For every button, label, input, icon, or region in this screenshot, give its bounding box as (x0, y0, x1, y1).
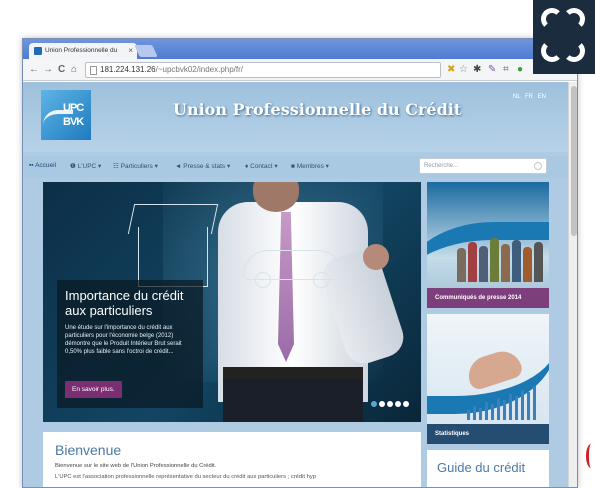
hero-text: Une étude sur l'importance du crédit aux… (65, 325, 182, 355)
welcome-text-intro: L'UPC est l'association professionnelle … (55, 474, 316, 480)
businessman-belt (223, 367, 363, 379)
slider-dot[interactable] (403, 401, 409, 407)
home-button[interactable]: ⌂ (71, 63, 77, 77)
joomla-arc (541, 8, 563, 30)
forward-button[interactable]: → (43, 63, 53, 77)
bar-chart-image (467, 384, 547, 420)
url-path: /~upcbvk02/index.php/fr/ (155, 65, 243, 74)
menu-item-lupc[interactable]: ❶ L'UPC ▾ (70, 162, 101, 170)
info-icon: ❶ (70, 163, 78, 170)
slider-dot[interactable] (371, 401, 377, 407)
logo-text-upc: UPC (63, 102, 84, 114)
browser-tab[interactable]: Union Professionnelle du × (29, 43, 137, 59)
tab-title: Union Professionnelle du (45, 47, 118, 54)
tab-close-icon[interactable]: × (128, 46, 133, 55)
scrollbar-thumb[interactable] (571, 86, 577, 236)
lang-nl-link[interactable]: NL (513, 94, 520, 100)
screenshot-stage: Union Professionnelle du × ← → C ⌂ 181.2… (0, 0, 595, 488)
search-clear-icon[interactable] (534, 162, 542, 170)
welcome-title: Bienvenue (55, 442, 122, 458)
hero-caption: Importance du crédit aux particuliers Un… (57, 280, 203, 408)
joomla-arc (563, 40, 585, 62)
slider-dots (369, 394, 409, 412)
eyedropper-icon[interactable]: ✎ (488, 63, 496, 77)
press-releases-tile[interactable]: Communiqués de presse 2014 (427, 182, 549, 308)
slider-dot[interactable] (379, 401, 385, 407)
press-tile-label: Communiqués de presse 2014 (427, 288, 549, 308)
menu-item-contact[interactable]: ♦ Contact ▾ (245, 162, 278, 170)
bookmark-star-icon[interactable]: ☆ (459, 63, 468, 77)
browser-window: Union Professionnelle du × ← → C ⌂ 181.2… (22, 38, 578, 488)
language-switcher: NL FR EN (510, 94, 546, 100)
joomla-arc (541, 40, 563, 62)
sketch-car-wheel (313, 272, 329, 288)
back-button[interactable]: ← (29, 63, 39, 77)
menu-item-accueil[interactable]: ▪▪ Accueil (29, 162, 56, 169)
new-tab-button[interactable] (134, 45, 158, 57)
stats-tile-label: Statistiques (427, 424, 549, 444)
tab-strip: Union Professionnelle du × (23, 39, 577, 59)
gear-icon[interactable]: ✱ (473, 63, 481, 77)
welcome-section: Bienvenue Bienvenue sur le site web de l… (43, 432, 421, 487)
page-viewport: UPC BVK Union Professionnelle du Crédit … (23, 82, 568, 487)
menu-item-presse[interactable]: ◄ Presse & stats ▾ (175, 162, 230, 170)
credit-guide-title: Guide du crédit (437, 460, 526, 475)
main-menu: ▪▪ Accueil ❶ L'UPC ▾ ☷ Particuliers ▾ ◄ … (23, 156, 568, 178)
page-icon (90, 66, 97, 75)
businessman-pants (223, 379, 363, 422)
extension-icon[interactable]: ✖ (447, 63, 455, 77)
read-more-button[interactable]: En savoir plus. (65, 381, 122, 398)
people-icon: ☷ (113, 163, 121, 170)
search-placeholder: Recherche... (424, 163, 459, 169)
sketch-house (138, 227, 208, 287)
browser-toolbar: ← → C ⌂ 181.224.131.26/~upcbvk02/index.p… (23, 59, 577, 81)
megaphone-icon: ◄ (175, 163, 184, 170)
crowd-image (457, 232, 547, 282)
menu-item-membres[interactable]: ■ Membres ▾ (291, 162, 329, 170)
reload-button[interactable]: C (58, 63, 65, 77)
address-bar[interactable]: 181.224.131.26/~upcbvk02/index.php/fr/ (85, 62, 441, 78)
site-header: UPC BVK Union Professionnelle du Crédit … (23, 82, 568, 152)
red-edge-mark (586, 444, 595, 468)
welcome-text: Bienvenue sur le site web de l'Union Pro… (55, 463, 217, 469)
slider-dot[interactable] (395, 401, 401, 407)
vertical-scrollbar[interactable] (568, 82, 577, 487)
statistics-tile[interactable]: Statistiques (427, 314, 549, 444)
menu-item-particuliers[interactable]: ☷ Particuliers ▾ (113, 162, 158, 170)
logo-text-bvk: BVK (63, 116, 84, 128)
joomla-arc (563, 8, 585, 30)
lang-fr-link[interactable]: FR (525, 94, 533, 100)
green-extension-icon[interactable]: ● (517, 63, 523, 77)
hero-slider[interactable]: Importance du crédit aux particuliers Un… (43, 182, 421, 422)
site-favicon-icon (34, 47, 42, 55)
hero-title: Importance du crédit aux particuliers (65, 288, 184, 318)
credit-guide-box[interactable]: Guide du crédit (427, 450, 549, 487)
slider-dot[interactable] (387, 401, 393, 407)
sketch-car-wheel (255, 272, 271, 288)
upc-logo[interactable]: UPC BVK (41, 90, 91, 140)
site-title: Union Professionnelle du Crédit (173, 100, 462, 119)
lang-en-link[interactable]: EN (538, 94, 546, 100)
window-icon[interactable]: ⌗ (503, 63, 509, 77)
search-input[interactable]: Recherche... (419, 158, 547, 174)
businessman-hand (363, 244, 389, 270)
url-host: 181.224.131.26 (100, 65, 156, 74)
joomla-logo (533, 0, 595, 74)
